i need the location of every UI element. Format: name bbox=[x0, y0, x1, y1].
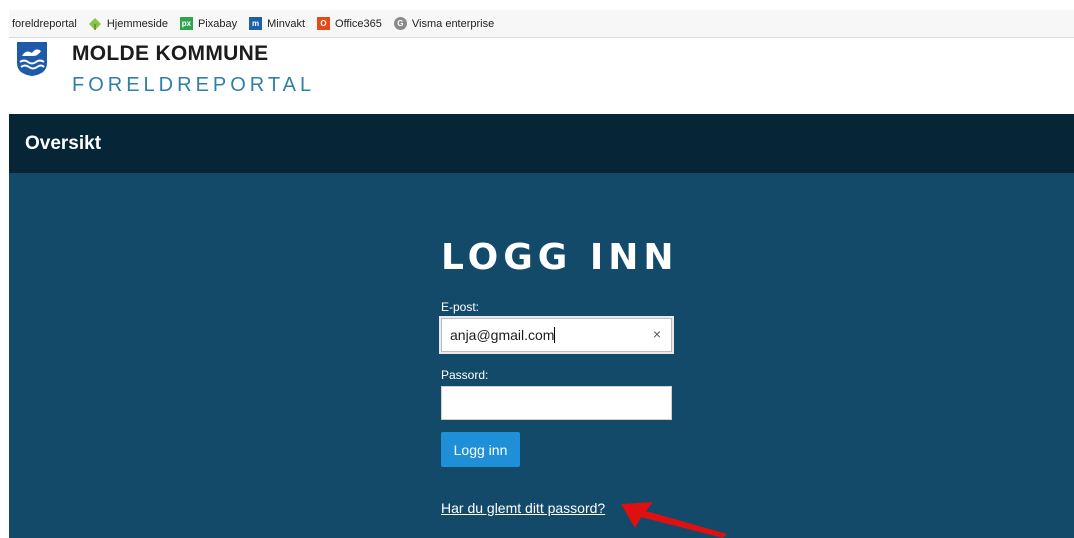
bookmark-office365[interactable]: O Office365 bbox=[317, 17, 382, 30]
pixabay-icon: px bbox=[179, 17, 193, 30]
brand-name[interactable]: MOLDE KOMMUNE bbox=[72, 42, 268, 66]
clear-icon[interactable]: × bbox=[653, 326, 661, 342]
bookmark-label: Office365 bbox=[335, 17, 382, 30]
brand-subtitle: FORELDREPORTAL bbox=[72, 74, 316, 96]
login-section: LOGG INN E-post: anja@gmail.com × Passor… bbox=[9, 173, 1074, 538]
password-label: Passord: bbox=[441, 368, 489, 382]
bookmark-label: Pixabay bbox=[197, 17, 238, 30]
visma-icon: G bbox=[393, 17, 407, 30]
email-field[interactable]: anja@gmail.com × bbox=[441, 318, 672, 352]
molde-coat-of-arms-icon[interactable] bbox=[16, 41, 48, 77]
text-caret bbox=[554, 327, 556, 343]
password-field[interactable] bbox=[441, 386, 672, 420]
bookmark-label: Visma enterprise bbox=[411, 17, 495, 30]
email-label: E-post: bbox=[441, 300, 480, 314]
bookmark-label: foreldreportal bbox=[12, 17, 77, 30]
bookmark-label: Hjemmeside bbox=[106, 17, 168, 30]
bookmark-minvakt[interactable]: m Minvakt bbox=[249, 17, 305, 30]
green-diamond-icon bbox=[89, 17, 102, 30]
annotation-arrow-icon bbox=[621, 502, 727, 538]
site-header: MOLDE KOMMUNE FORELDREPORTAL bbox=[9, 38, 1074, 113]
main-nav: Oversikt bbox=[9, 114, 1074, 173]
page-title: LOGG INN bbox=[441, 237, 679, 278]
bookmark-hjemmeside[interactable]: Hjemmeside bbox=[89, 17, 168, 30]
bookmark-visma[interactable]: G Visma enterprise bbox=[393, 17, 495, 30]
bookmark-pixabay[interactable]: px Pixabay bbox=[179, 17, 238, 30]
email-field-value: anja@gmail.com bbox=[450, 327, 556, 343]
login-button[interactable]: Logg inn bbox=[441, 432, 520, 467]
forgot-password-link[interactable]: Har du glemt ditt passord? bbox=[441, 500, 605, 516]
bookmark-foreldreportal[interactable]: foreldreportal bbox=[12, 18, 77, 30]
minvakt-icon: m bbox=[249, 17, 263, 30]
bookmarks-bar: foreldreportal Hjemmeside px Pixabay m M… bbox=[9, 10, 1074, 38]
nav-item-oversikt[interactable]: Oversikt bbox=[25, 133, 101, 155]
office-icon: O bbox=[317, 17, 331, 30]
page: foreldreportal Hjemmeside px Pixabay m M… bbox=[0, 0, 1074, 538]
bookmark-label: Minvakt bbox=[267, 17, 306, 30]
